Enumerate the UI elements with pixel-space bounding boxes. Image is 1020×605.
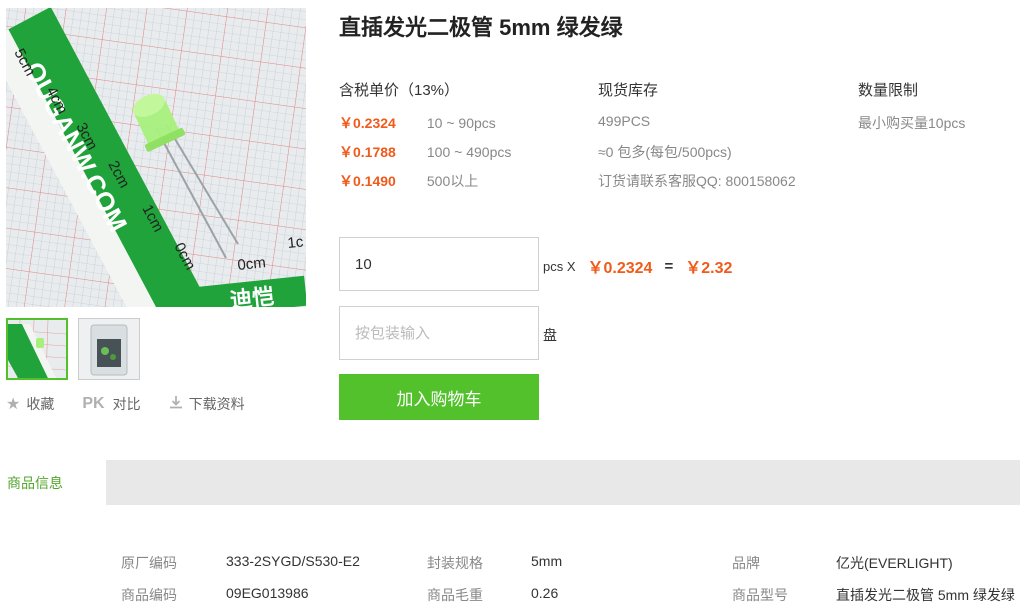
price-header: 含税单价（13%） bbox=[339, 82, 460, 99]
product-actions: ★ 收藏 PK 对比 下载资料 bbox=[6, 394, 273, 414]
equals-sign: = bbox=[664, 257, 674, 275]
led-on-ruler-photo: OUGANW.COM 迪恺 5cm 4cm 3cm 2cm 1cm 0cm 0c… bbox=[6, 8, 306, 307]
tier-range: 10 ~ 90pcs bbox=[426, 115, 496, 131]
limit-header: 数量限制 bbox=[858, 82, 919, 99]
add-to-cart-button[interactable]: 加入购物车 bbox=[339, 374, 539, 420]
favorite-label: 收藏 bbox=[26, 396, 55, 412]
spec-value: 333-2SYGD/S530-E2 bbox=[226, 553, 360, 569]
price-tier: ￥0.1490 500以上 bbox=[339, 171, 478, 189]
favorite-button[interactable]: ★ 收藏 bbox=[6, 394, 54, 414]
spec-value: 亿光(EVERLIGHT) bbox=[836, 555, 953, 571]
stock-packages: ≈0 包多(每包/500pcs) bbox=[598, 144, 732, 160]
ruler-label-1c-bottom: 1c bbox=[287, 233, 305, 252]
spec-key: 封装规格 bbox=[427, 555, 483, 571]
thumbnail-ruler[interactable] bbox=[6, 318, 68, 380]
spec-key: 原厂编码 bbox=[121, 555, 177, 571]
spec-value: 5mm bbox=[531, 553, 563, 569]
download-icon bbox=[169, 395, 183, 414]
min-purchase: 最小购买量10pcs bbox=[858, 115, 966, 131]
price-calculation: pcs X ￥0.2324 = ￥2.32 bbox=[543, 254, 732, 278]
thumbnail-ruler-image bbox=[8, 320, 66, 378]
unit-price: ￥0.2324 bbox=[587, 260, 653, 277]
total-price: ￥2.32 bbox=[685, 260, 733, 277]
pk-icon: PK bbox=[82, 395, 105, 412]
tier-range: 100 ~ 490pcs bbox=[426, 144, 512, 160]
thumbnail-package[interactable] bbox=[78, 318, 140, 380]
quantity-unit: pcs X bbox=[543, 258, 576, 274]
spec-key: 商品型号 bbox=[732, 587, 788, 603]
spec-key: 商品毛重 bbox=[427, 587, 483, 603]
download-label: 下载资料 bbox=[188, 396, 245, 412]
ruler-label-0cm-bottom: 0cm bbox=[237, 254, 267, 274]
tier-price: ￥0.1490 bbox=[339, 173, 396, 189]
stock-header: 现货库存 bbox=[598, 82, 659, 99]
spec-value: 09EG013986 bbox=[226, 585, 309, 601]
product-title: 直插发光二极管 5mm 绿发绿 bbox=[339, 15, 623, 40]
ruler-logo-text: 迪恺 bbox=[229, 285, 275, 307]
detail-tab-bar: 商品信息 bbox=[0, 460, 1020, 505]
stock-quantity: 499PCS bbox=[598, 113, 651, 129]
spec-key: 品牌 bbox=[732, 555, 760, 571]
tier-price: ￥0.1788 bbox=[339, 144, 396, 160]
download-button[interactable]: 下载资料 bbox=[169, 394, 245, 414]
price-tier: ￥0.1788 100 ~ 490pcs bbox=[339, 142, 511, 160]
tier-range: 500以上 bbox=[426, 173, 479, 189]
package-unit: 盘 bbox=[543, 327, 557, 343]
product-main-image[interactable]: OUGANW.COM 迪恺 5cm 4cm 3cm 2cm 1cm 0cm 0c… bbox=[6, 8, 306, 307]
compare-label: 对比 bbox=[112, 396, 141, 412]
thumbnail-package-image bbox=[79, 319, 139, 379]
tier-price: ￥0.2324 bbox=[339, 115, 396, 131]
spec-value: 0.26 bbox=[531, 585, 559, 601]
price-tier: ￥0.2324 10 ~ 90pcs bbox=[339, 113, 496, 131]
spec-value: 直插发光二极管 5mm 绿发绿 bbox=[836, 587, 1015, 603]
quantity-input[interactable] bbox=[339, 237, 539, 291]
tab-product-info[interactable]: 商品信息 bbox=[0, 460, 106, 505]
spec-key: 商品编码 bbox=[121, 587, 177, 603]
package-quantity-input[interactable] bbox=[339, 306, 539, 360]
compare-button[interactable]: PK 对比 bbox=[82, 394, 140, 414]
star-icon: ★ bbox=[6, 396, 21, 413]
order-contact-note: 订货请联系客服QQ: 800158062 bbox=[598, 173, 796, 189]
